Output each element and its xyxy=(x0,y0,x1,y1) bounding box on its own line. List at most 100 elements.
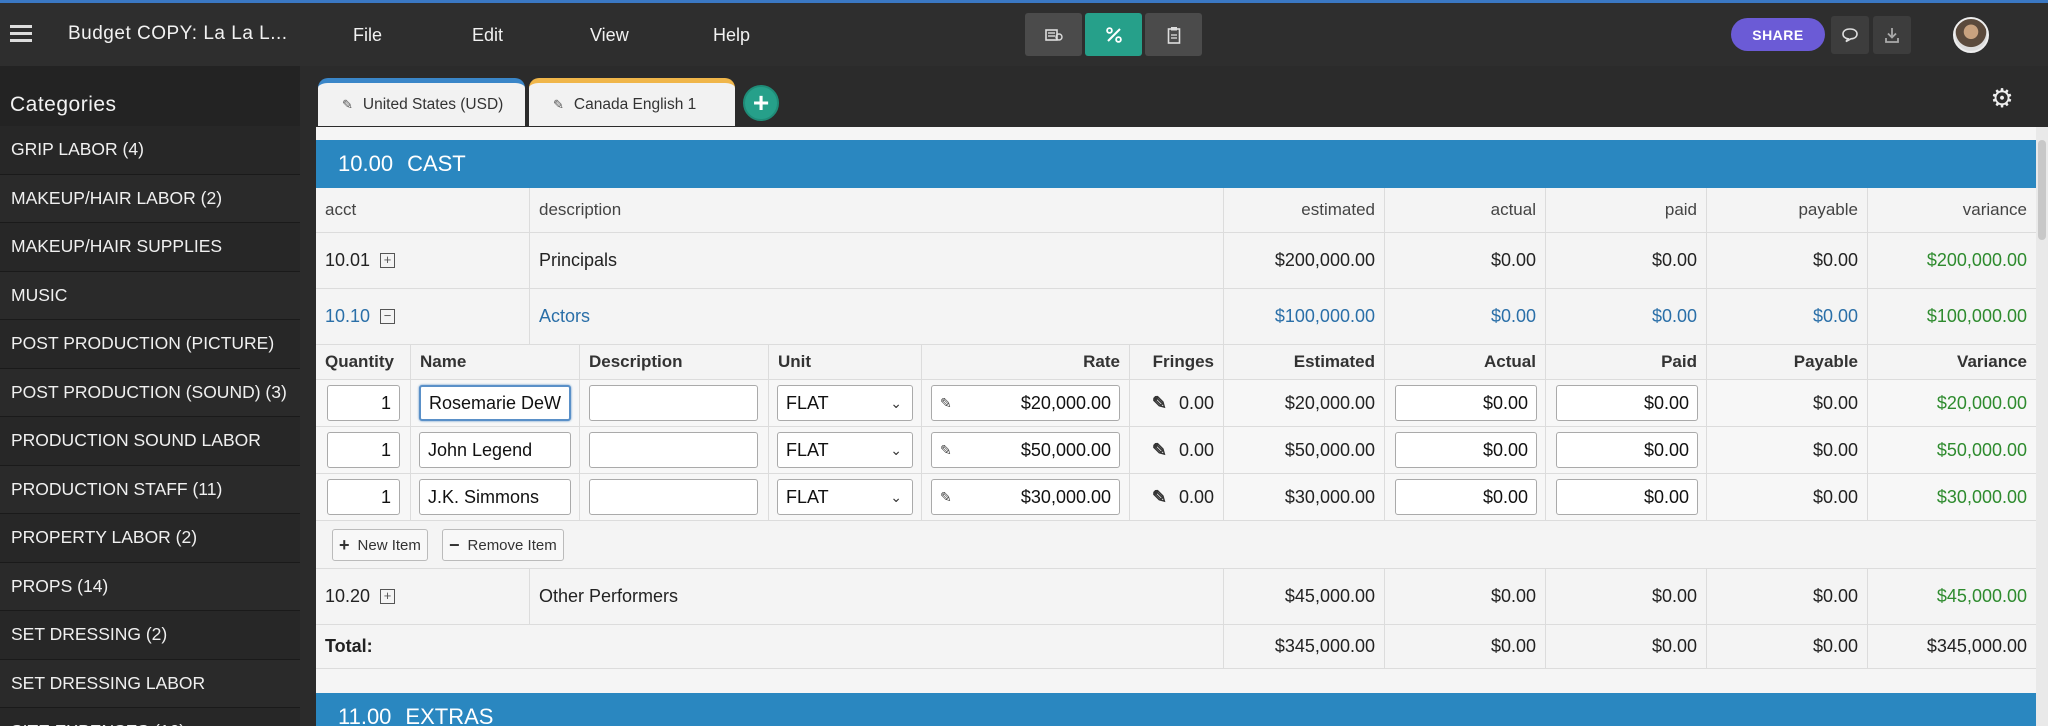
chat-bubble-icon[interactable] xyxy=(1831,16,1869,54)
acct-variance: $200,000.00 xyxy=(1926,250,2027,270)
category-item[interactable]: MUSIC xyxy=(0,271,300,320)
acct-payable: $0.00 xyxy=(1707,233,1868,288)
category-item[interactable]: POST PRODUCTION (SOUND) (3) xyxy=(0,368,300,417)
col-payable: payable xyxy=(1707,188,1868,232)
rate-input[interactable]: ✎ $30,000.00 xyxy=(931,479,1120,515)
menu-view[interactable]: View xyxy=(590,25,629,46)
rate-value: $20,000.00 xyxy=(1020,392,1111,413)
fringe-edit-icon[interactable]: ✎ xyxy=(1152,440,1167,461)
acct-payable: $0.00 xyxy=(1707,289,1868,344)
fringes-percent-icon[interactable] xyxy=(1085,13,1142,56)
app-title[interactable]: Budget COPY: La La L... xyxy=(68,23,288,45)
unit-select[interactable]: FLAT ⌄ xyxy=(777,479,913,515)
tab-label: United States (USD) xyxy=(362,95,504,113)
name-input[interactable]: Rosemarie DeW xyxy=(419,385,571,421)
account-row[interactable]: 10.20 + Other Performers $45,000.00 $0.00… xyxy=(316,569,2036,625)
add-tab-button[interactable]: + xyxy=(743,85,779,121)
paid-input[interactable]: $0.00 xyxy=(1556,385,1698,421)
actual-input[interactable]: $0.00 xyxy=(1395,385,1537,421)
col-paid: Paid xyxy=(1546,345,1707,379)
description-input[interactable] xyxy=(589,479,758,515)
fringe-edit-icon[interactable]: ✎ xyxy=(1152,487,1167,508)
account-row[interactable]: 10.10− Actors $100,000.00 $0.00 $0.00 $0… xyxy=(316,289,2036,345)
item-variance: $20,000.00 xyxy=(1936,392,2027,413)
quantity-input[interactable]: 1 xyxy=(327,479,400,515)
category-item[interactable]: PRODUCTION SOUND LABOR xyxy=(0,417,300,466)
share-button[interactable]: SHARE xyxy=(1731,18,1825,51)
actual-input[interactable]: $0.00 xyxy=(1395,432,1537,468)
category-item[interactable]: MAKEUP/HAIR SUPPLIES xyxy=(0,223,300,272)
category-item[interactable]: PROPS (14) xyxy=(0,562,300,611)
scrollbar-thumb[interactable] xyxy=(2038,140,2046,240)
acct-number: 10.20 xyxy=(325,586,371,606)
category-item[interactable]: MAKEUP/HAIR LABOR (2) xyxy=(0,174,300,223)
category-item[interactable]: SET DRESSING (2) xyxy=(0,611,300,660)
new-item-button[interactable]: + New Item xyxy=(332,529,428,561)
total-payable: $0.00 xyxy=(1707,625,1868,668)
category-item[interactable]: PRODUCTION STAFF (11) xyxy=(0,465,300,514)
menu-help[interactable]: Help xyxy=(713,25,750,46)
total-label: Total: xyxy=(316,625,1224,668)
col-payable: Payable xyxy=(1707,345,1868,379)
col-unit: Unit xyxy=(769,345,922,379)
acct-paid: $0.00 xyxy=(1546,233,1707,288)
gear-icon[interactable]: ⚙ xyxy=(1988,84,2016,112)
acct-number: 10.10 xyxy=(325,306,371,326)
expand-icon[interactable]: + xyxy=(380,253,396,268)
category-item[interactable]: GRIP LABOR (4) xyxy=(0,126,300,175)
category-item[interactable]: SITE EXPENSES (16) xyxy=(0,708,300,726)
download-icon[interactable] xyxy=(1873,16,1911,54)
description-input[interactable] xyxy=(589,432,758,468)
col-acct: acct xyxy=(316,188,530,232)
section-number: 11.00 xyxy=(338,704,392,726)
chevron-down-icon: ⌄ xyxy=(890,395,902,411)
name-input[interactable]: John Legend xyxy=(419,432,571,468)
name-input[interactable]: J.K. Simmons xyxy=(419,479,571,515)
account-row[interactable]: 10.01 + Principals $200,000.00 $0.00 $0.0… xyxy=(316,233,2036,289)
rate-input[interactable]: ✎ $50,000.00 xyxy=(931,432,1120,468)
acct-paid: $0.00 xyxy=(1546,569,1707,624)
fringe-edit-icon[interactable]: ✎ xyxy=(1152,393,1167,414)
detail-header-row: Quantity Name Description Unit Rate Frin… xyxy=(316,345,2036,380)
actual-input[interactable]: $0.00 xyxy=(1395,479,1537,515)
acct-variance: $100,000.00 xyxy=(1926,306,2027,326)
view-toolbar xyxy=(1025,13,1205,56)
fringes-value: 0.00 xyxy=(1178,439,1214,460)
remove-item-button[interactable]: − Remove Item xyxy=(442,529,564,561)
rate-input[interactable]: ✎ $20,000.00 xyxy=(931,385,1120,421)
unit-select[interactable]: FLAT ⌄ xyxy=(777,432,913,468)
description-input[interactable] xyxy=(589,385,758,421)
top-bar: Budget COPY: La La L... File Edit View H… xyxy=(0,3,2048,66)
budget-view-icon[interactable] xyxy=(1025,13,1082,56)
section-name: EXTRAS xyxy=(405,704,494,726)
menu-edit[interactable]: Edit xyxy=(472,25,503,46)
acct-paid: $0.00 xyxy=(1546,289,1707,344)
col-paid: paid xyxy=(1546,188,1707,232)
menu-file[interactable]: File xyxy=(353,25,382,46)
quantity-input[interactable]: 1 xyxy=(327,385,400,421)
category-list: GRIP LABOR (4) MAKEUP/HAIR LABOR (2) MAK… xyxy=(0,126,300,726)
avatar[interactable] xyxy=(1953,17,1989,53)
clipboard-icon[interactable] xyxy=(1145,13,1202,56)
paid-input[interactable]: $0.00 xyxy=(1556,479,1698,515)
tab-canada[interactable]: ✎ Canada English 1 xyxy=(529,78,735,126)
acct-estimated: $100,000.00 xyxy=(1224,289,1385,344)
collapse-icon[interactable]: − xyxy=(380,309,396,324)
acct-description: Other Performers xyxy=(530,569,1224,624)
item-payable: $0.00 xyxy=(1707,474,1868,520)
paid-input[interactable]: $0.00 xyxy=(1556,432,1698,468)
col-name: Name xyxy=(411,345,580,379)
quantity-input[interactable]: 1 xyxy=(327,432,400,468)
hamburger-icon[interactable] xyxy=(10,25,32,43)
category-item[interactable]: SET DRESSING LABOR xyxy=(0,659,300,708)
expand-icon[interactable]: + xyxy=(380,589,396,604)
tab-label: Canada English 1 xyxy=(573,95,697,113)
category-item[interactable]: PROPERTY LABOR (2) xyxy=(0,514,300,563)
tab-united-states[interactable]: ✎ United States (USD) xyxy=(318,78,525,126)
total-estimated: $345,000.00 xyxy=(1224,625,1385,668)
detail-row: ✎ 0.00 $50,000.00 $0.00 $50,000.00 1 John… xyxy=(316,427,2036,474)
item-variance: $30,000.00 xyxy=(1936,486,2027,507)
unit-select[interactable]: FLAT ⌄ xyxy=(777,385,913,421)
category-item[interactable]: POST PRODUCTION (PICTURE) xyxy=(0,320,300,369)
unit-value: FLAT xyxy=(786,486,829,507)
